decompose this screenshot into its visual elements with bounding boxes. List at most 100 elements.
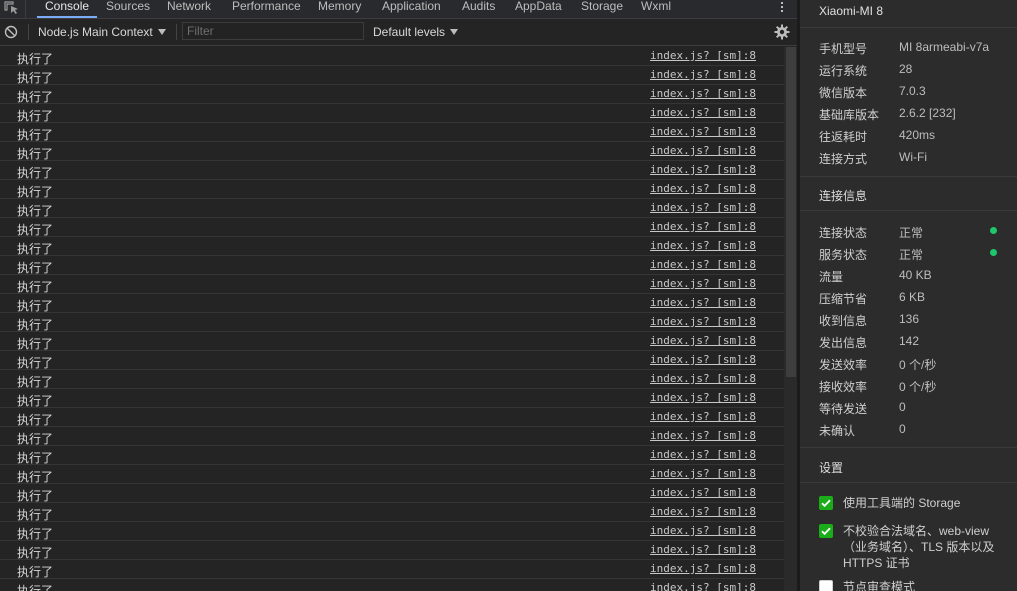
checkbox-checked[interactable] — [819, 524, 833, 538]
tab-console[interactable]: Console — [36, 0, 98, 18]
log-levels-dropdown[interactable]: Default levels — [373, 25, 459, 39]
log-message: 执行了 — [17, 52, 54, 66]
log-source-link[interactable]: index.js? [sm]:8 — [650, 372, 756, 385]
more-options-icon[interactable] — [780, 0, 784, 16]
log-levels-label: Default levels — [373, 25, 446, 39]
log-source-link[interactable]: index.js? [sm]:8 — [650, 562, 756, 575]
log-message: 执行了 — [17, 280, 54, 294]
log-message: 执行了 — [17, 394, 54, 408]
device-name: Xiaomi-MI 8 — [819, 4, 884, 18]
connection-info-value: 0 — [899, 400, 906, 414]
log-source-link[interactable]: index.js? [sm]:8 — [650, 49, 756, 62]
clear-console-icon[interactable] — [4, 25, 18, 39]
log-source-link[interactable]: index.js? [sm]:8 — [650, 87, 756, 100]
log-source-link[interactable]: index.js? [sm]:8 — [650, 220, 756, 233]
connection-info-value: 6 KB — [899, 290, 926, 304]
tab-wxml[interactable]: Wxml — [641, 0, 671, 17]
console-scrollbar-thumb[interactable] — [786, 47, 796, 377]
tab-network[interactable]: Network — [167, 0, 211, 17]
log-source-link[interactable]: index.js? [sm]:8 — [650, 543, 756, 556]
log-message: 执行了 — [17, 109, 54, 123]
log-row: 执行了 index.js? [sm]:8 — [0, 66, 784, 85]
log-row: 执行了 index.js? [sm]:8 — [0, 351, 784, 370]
device-info-value: 2.6.2 [232] — [899, 106, 956, 120]
section-divider — [800, 176, 1017, 177]
inspect-element-button[interactable] — [0, 0, 26, 18]
log-source-link[interactable]: index.js? [sm]:8 — [650, 448, 756, 461]
toolbar-divider — [176, 24, 177, 40]
log-message: 执行了 — [17, 508, 54, 522]
tab-application[interactable]: Application — [382, 0, 441, 17]
log-row: 执行了 index.js? [sm]:8 — [0, 541, 784, 560]
log-row: 执行了 index.js? [sm]:8 — [0, 560, 784, 579]
chevron-down-icon — [157, 29, 166, 35]
console-log[interactable]: 执行了 index.js? [sm]:8 执行了 index.js? [sm]:8 执行… — [0, 47, 784, 591]
log-source-link[interactable]: index.js? [sm]:8 — [650, 505, 756, 518]
log-source-link[interactable]: index.js? [sm]:8 — [650, 106, 756, 119]
device-info-key: 运行系统 — [819, 64, 868, 78]
section-divider — [800, 447, 1017, 448]
log-row: 执行了 index.js? [sm]:8 — [0, 123, 784, 142]
log-source-link[interactable]: index.js? [sm]:8 — [650, 182, 756, 195]
connection-info-key: 压缩节省 — [819, 292, 868, 306]
tab-sources[interactable]: Sources — [106, 0, 150, 17]
log-source-link[interactable]: index.js? [sm]:8 — [650, 353, 756, 366]
log-row: 执行了 index.js? [sm]:8 — [0, 332, 784, 351]
log-source-link[interactable]: index.js? [sm]:8 — [650, 239, 756, 252]
log-source-link[interactable]: index.js? [sm]:8 — [650, 486, 756, 499]
log-row: 执行了 index.js? [sm]:8 — [0, 484, 784, 503]
connection-info-value: 142 — [899, 334, 920, 348]
log-source-link[interactable]: index.js? [sm]:8 — [650, 581, 756, 591]
setting-option-label[interactable]: 使用工具端的 Storage — [843, 495, 1003, 511]
setting-option-label[interactable]: 不校验合法域名、web-view（业务域名）、TLS 版本以及 HTTPS 证书 — [843, 523, 1003, 571]
settings-section-title: 设置 — [819, 461, 844, 475]
log-row: 执行了 index.js? [sm]:8 — [0, 446, 784, 465]
filter-input[interactable] — [182, 22, 364, 40]
connection-info-value: 正常 — [899, 248, 924, 262]
device-info-key: 连接方式 — [819, 152, 868, 166]
log-source-link[interactable]: index.js? [sm]:8 — [650, 467, 756, 480]
connection-section-title: 连接信息 — [819, 189, 868, 203]
toolbar-divider — [28, 24, 29, 40]
context-selector[interactable]: Node.js Main Context — [38, 25, 166, 39]
log-source-link[interactable]: index.js? [sm]:8 — [650, 315, 756, 328]
log-message: 执行了 — [17, 90, 54, 104]
devtools-tab-bar: Console Sources Network Performance Memory Ap… — [0, 0, 797, 19]
log-message: 执行了 — [17, 261, 54, 275]
checkbox-checked[interactable] — [819, 496, 833, 510]
log-source-link[interactable]: index.js? [sm]:8 — [650, 410, 756, 423]
log-source-link[interactable]: index.js? [sm]:8 — [650, 391, 756, 404]
connection-info-key: 发出信息 — [819, 336, 868, 350]
log-source-link[interactable]: index.js? [sm]:8 — [650, 144, 756, 157]
log-source-link[interactable]: index.js? [sm]:8 — [650, 524, 756, 537]
connection-info-key: 等待发送 — [819, 402, 868, 416]
connection-info-key: 未确认 — [819, 424, 856, 438]
setting-option-label[interactable]: 节点审查模式 — [843, 579, 1003, 591]
log-source-link[interactable]: index.js? [sm]:8 — [650, 258, 756, 271]
log-source-link[interactable]: index.js? [sm]:8 — [650, 68, 756, 81]
connection-info-key: 接收效率 — [819, 380, 868, 394]
connection-info-key: 连接状态 — [819, 226, 868, 240]
tab-audits[interactable]: Audits — [462, 0, 495, 17]
log-source-link[interactable]: index.js? [sm]:8 — [650, 429, 756, 442]
log-source-link[interactable]: index.js? [sm]:8 — [650, 334, 756, 347]
log-source-link[interactable]: index.js? [sm]:8 — [650, 163, 756, 176]
log-row: 执行了 index.js? [sm]:8 — [0, 180, 784, 199]
connection-info-key: 流量 — [819, 270, 844, 284]
log-source-link[interactable]: index.js? [sm]:8 — [650, 125, 756, 138]
tab-memory[interactable]: Memory — [318, 0, 361, 17]
tab-performance[interactable]: Performance — [232, 0, 301, 17]
log-source-link[interactable]: index.js? [sm]:8 — [650, 277, 756, 290]
tab-storage[interactable]: Storage — [581, 0, 623, 17]
device-info-value: 7.0.3 — [899, 84, 926, 98]
log-row: 执行了 index.js? [sm]:8 — [0, 389, 784, 408]
tab-appdata[interactable]: AppData — [515, 0, 562, 17]
log-source-link[interactable]: index.js? [sm]:8 — [650, 296, 756, 309]
connection-info-value: 0 个/秒 — [899, 358, 937, 372]
log-message: 执行了 — [17, 337, 54, 351]
console-toolbar: Node.js Main Context Default levels — [0, 19, 797, 46]
log-source-link[interactable]: index.js? [sm]:8 — [650, 201, 756, 214]
gear-icon[interactable] — [774, 24, 790, 40]
log-row: 执行了 index.js? [sm]:8 — [0, 47, 784, 66]
checkbox-unchecked[interactable] — [819, 580, 833, 591]
